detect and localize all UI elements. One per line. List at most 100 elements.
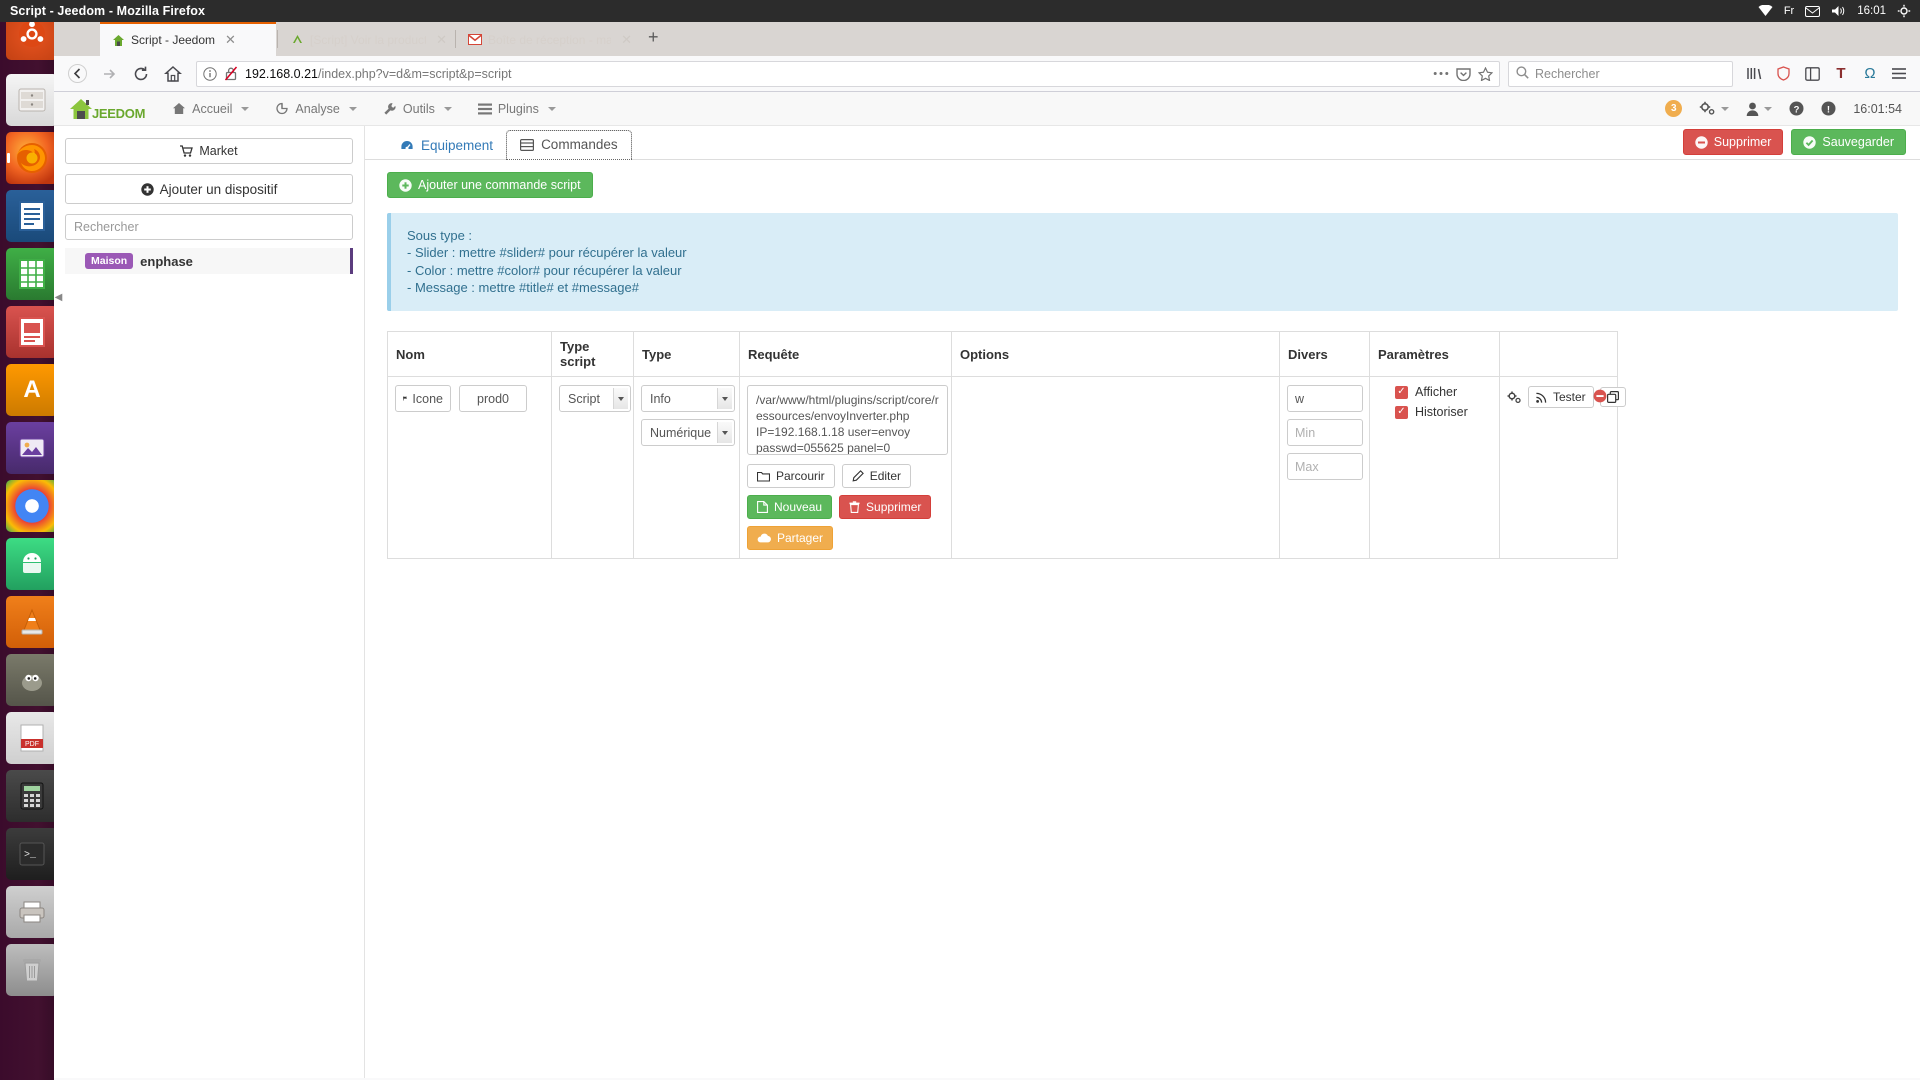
gears-dropdown-icon[interactable] [1699, 101, 1730, 116]
broken-lock-icon[interactable] [224, 66, 238, 81]
launcher-printer[interactable] [6, 886, 58, 938]
command-name-input[interactable]: prod0 [459, 385, 527, 413]
wifi-icon[interactable] [1758, 5, 1773, 17]
launcher-calculator[interactable] [6, 770, 58, 822]
editer-button[interactable]: Editer [841, 464, 912, 489]
search-bar[interactable]: Rechercher [1508, 60, 1733, 87]
omega-icon[interactable]: Ω [1857, 61, 1883, 87]
launcher-firefox[interactable] [6, 132, 58, 184]
home-icon[interactable] [158, 60, 188, 88]
launcher-libreoffice-calc[interactable] [6, 248, 58, 300]
subtype-select[interactable]: Numérique [641, 419, 735, 447]
launcher-trash[interactable] [6, 944, 58, 996]
checkbox-checked-icon[interactable]: ✓ [1395, 405, 1408, 419]
remove-row-icon[interactable] [1593, 389, 1607, 407]
launcher-libreoffice-writer[interactable] [6, 190, 58, 242]
sidebar-item-enphase[interactable]: Maison enphase [65, 248, 353, 274]
chart-icon [276, 102, 289, 115]
message-count-badge[interactable]: 3 [1665, 100, 1683, 117]
historiser-checkbox-row[interactable]: ✓ Historiser [1395, 405, 1468, 419]
jeedom-chevron-icon [290, 33, 304, 47]
page-info-icon[interactable] [203, 66, 217, 81]
supprimer-script-button[interactable]: Supprimer [839, 495, 932, 520]
market-button[interactable]: Market [65, 138, 353, 164]
type-script-select[interactable]: Script [559, 385, 631, 413]
launcher-files[interactable] [6, 74, 58, 126]
tab-commandes[interactable]: Commandes [506, 130, 632, 160]
launcher-libreoffice-impress[interactable] [6, 306, 58, 358]
launcher-pdf-reader[interactable]: PDF [6, 712, 58, 764]
list-icon [477, 103, 492, 114]
browser-tab-2[interactable]: [Script] Voir la productio ✕ [279, 23, 454, 56]
unit-input[interactable]: w [1287, 385, 1363, 413]
browser-tab-3[interactable]: Boîte de réception - mai ✕ [457, 23, 639, 56]
reload-icon[interactable] [126, 60, 156, 88]
launcher-terminal[interactable]: >_ [6, 828, 58, 880]
wrench-icon [384, 102, 396, 115]
launcher-amazon[interactable]: A [6, 364, 58, 416]
close-icon[interactable]: ✕ [436, 32, 447, 48]
add-device-button[interactable]: Ajouter un dispositif [65, 174, 353, 204]
library-icon[interactable] [1741, 61, 1767, 87]
nav-item-accueil[interactable]: Accueil [159, 92, 262, 126]
help-icon[interactable]: ? [1789, 101, 1804, 116]
delete-button[interactable]: Supprimer [1682, 129, 1784, 155]
tab-equipement[interactable]: Equipement [387, 132, 506, 160]
gear-icon[interactable] [1897, 4, 1911, 18]
icon-picker-button[interactable]: Icone [395, 385, 451, 413]
nav-item-plugins[interactable]: Plugins [465, 92, 569, 126]
configure-icon[interactable] [1507, 391, 1522, 404]
requete-textarea[interactable]: /var/www/html/plugins/script/core/ressou… [747, 385, 948, 456]
afficher-checkbox-row[interactable]: ✓ Afficher [1395, 385, 1457, 399]
close-icon[interactable]: ✕ [621, 32, 632, 48]
parcourir-button[interactable]: Parcourir [747, 464, 835, 489]
jeedom-logo[interactable]: JEEDOM [68, 97, 145, 121]
tester-button[interactable]: Tester [1528, 386, 1594, 409]
launcher-chromium[interactable] [6, 480, 58, 532]
keyboard-layout-indicator[interactable]: Fr [1784, 5, 1794, 17]
nav-item-outils[interactable]: Outils [370, 92, 465, 126]
clock[interactable]: 16:01 [1857, 5, 1886, 17]
min-input[interactable]: Min [1287, 419, 1363, 447]
back-icon[interactable] [62, 60, 92, 88]
svg-text:!: ! [1827, 104, 1830, 115]
nav-item-analyse[interactable]: Analyse [262, 92, 369, 126]
add-command-button[interactable]: Ajouter une commande script [387, 172, 593, 198]
launcher-vlc[interactable] [6, 596, 58, 648]
chevron-down-icon [443, 106, 452, 111]
sidebar-search-input[interactable]: Rechercher [65, 214, 353, 240]
sidebar-collapse-handle[interactable]: ◀ [54, 286, 63, 308]
forward-icon[interactable] [94, 60, 124, 88]
close-icon[interactable]: ✕ [225, 32, 236, 48]
launcher-android-studio[interactable] [6, 538, 58, 590]
col-header-type-script: Type script [551, 331, 634, 378]
cell-options [951, 376, 1280, 560]
sidebar-icon[interactable] [1799, 61, 1825, 87]
checkbox-checked-icon[interactable]: ✓ [1395, 385, 1408, 399]
text-tool-icon[interactable]: T [1828, 61, 1854, 87]
partager-button[interactable]: Partager [747, 526, 834, 551]
bookmark-star-icon[interactable] [1478, 66, 1493, 81]
shield-icon[interactable] [1770, 61, 1796, 87]
max-input[interactable]: Max [1287, 453, 1363, 481]
delete-label: Supprimer [1713, 135, 1772, 149]
page-actions-icon[interactable] [1433, 71, 1449, 76]
pocket-icon[interactable] [1456, 67, 1471, 81]
address-bar[interactable]: 192.168.0.21/index.php?v=d&m=script&p=sc… [196, 60, 1500, 87]
folder-icon [757, 471, 770, 482]
save-button[interactable]: Sauvegarder [1791, 129, 1906, 155]
volume-icon[interactable] [1831, 5, 1846, 17]
photo-icon [19, 438, 45, 458]
new-tab-button[interactable]: + [639, 27, 668, 52]
browser-tab-1[interactable]: Script - Jeedom ✕ [100, 22, 276, 56]
type-select[interactable]: Info [641, 385, 735, 413]
launcher-gimp[interactable] [6, 654, 58, 706]
info-icon[interactable]: ! [1821, 101, 1836, 116]
nouveau-button[interactable]: Nouveau [747, 495, 833, 520]
tab-label: Commandes [541, 137, 618, 152]
user-dropdown-icon[interactable] [1746, 102, 1773, 116]
mail-icon[interactable] [1805, 5, 1821, 17]
window-title: Script - Jeedom - Mozilla Firefox [10, 4, 205, 18]
launcher-pix[interactable] [6, 422, 58, 474]
menu-icon[interactable] [1886, 61, 1912, 87]
